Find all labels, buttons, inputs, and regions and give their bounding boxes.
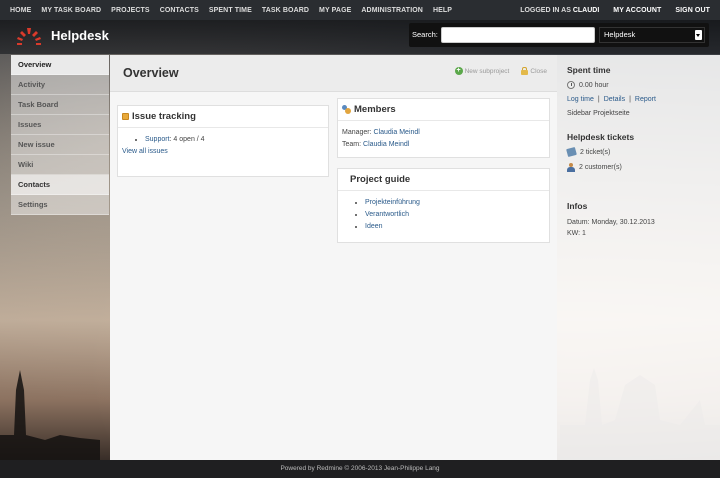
logged-in-as-label: LOGGED IN AS <box>520 6 571 14</box>
list-item: Projekteinführung <box>365 197 545 209</box>
sidebar-text: Sidebar Projektseite <box>567 110 630 117</box>
project-main-menu: Overview Activity Task Board Issues New … <box>11 55 109 215</box>
menu-item-wiki[interactable]: Wiki <box>11 155 109 175</box>
guide-link-verantwortlich[interactable]: Verantwortlich <box>365 211 409 218</box>
issue-tracking-heading: Issue tracking <box>118 106 328 128</box>
group-icon <box>342 105 351 114</box>
plus-icon: + <box>454 67 463 75</box>
list-item: Support: 4 open / 4 <box>145 134 324 146</box>
infos-heading: Infos <box>567 201 588 211</box>
header: Helpdesk Search: Helpdesk <box>0 20 720 54</box>
top-menu-task-board[interactable]: TASK BOARD <box>262 7 309 14</box>
project-guide-heading: Project guide <box>338 169 549 191</box>
members-box: Members Manager: Claudia Meindl Team: Cl… <box>337 98 550 158</box>
time-links-row: Log time | Details | Report <box>567 96 656 103</box>
chevron-down-icon <box>695 30 702 40</box>
top-menu-contacts[interactable]: CONTACTS <box>160 7 199 14</box>
spent-hours-row: 0.00 hour <box>567 81 710 89</box>
lock-icon <box>521 67 529 75</box>
infos-block: Datum: Monday, 30.12.2013 KW: 1 <box>567 217 710 239</box>
manager-row: Manager: Claudia Meindl <box>342 127 545 139</box>
right-sidebar: Spent time 0.00 hour Log time | Details … <box>557 55 720 460</box>
spent-time-heading: Spent time <box>567 65 611 75</box>
top-menu-my-page[interactable]: MY PAGE <box>319 7 351 14</box>
top-menu-spent-time[interactable]: SPENT TIME <box>209 7 252 14</box>
guide-link-ideen[interactable]: Ideen <box>365 223 383 230</box>
close-project-label: Close <box>530 67 547 75</box>
page-title: Overview <box>123 66 179 80</box>
team-row: Team: Claudia Meindl <box>342 139 545 151</box>
menu-item-activity[interactable]: Activity <box>11 75 109 95</box>
project-guide-box: Project guide Projekteinführung Verantwo… <box>337 168 550 243</box>
content-header: Overview + New subproject Close <box>110 55 557 92</box>
date-line: Datum: Monday, 30.12.2013 <box>567 219 655 226</box>
tracker-support-link[interactable]: Support <box>145 136 170 143</box>
top-menu-home[interactable]: HOME <box>10 7 31 14</box>
contextual-actions: + New subproject Close <box>454 67 547 75</box>
top-menu-bar: HOME MY TASK BOARD PROJECTS CONTACTS SPE… <box>0 0 720 20</box>
log-time-link[interactable]: Log time <box>567 96 594 103</box>
members-title: Members <box>354 104 396 115</box>
manager-label: Manager: <box>342 129 372 136</box>
menu-item-contacts[interactable]: Contacts <box>11 175 109 195</box>
customers-count: 2 customer(s) <box>579 164 622 171</box>
new-subproject-button[interactable]: + New subproject <box>454 67 510 75</box>
menu-item-overview[interactable]: Overview <box>11 55 109 75</box>
manager-user-link[interactable]: Claudia Meindl <box>374 129 420 136</box>
list-item: Ideen <box>365 221 545 233</box>
tickets-row[interactable]: 2 ticket(s) <box>566 146 710 158</box>
clock-icon <box>567 81 575 89</box>
top-menu-my-task-board[interactable]: MY TASK BOARD <box>41 7 101 14</box>
helpdesk-tickets-heading: Helpdesk tickets <box>567 132 635 142</box>
close-project-button[interactable]: Close <box>521 67 547 75</box>
report-link[interactable]: Report <box>635 96 656 103</box>
project-select-value: Helpdesk <box>604 30 636 39</box>
issue-tracking-box: Issue tracking Support: 4 open / 4 View … <box>117 105 329 177</box>
view-all-issues-link[interactable]: View all issues <box>122 148 168 155</box>
menu-item-task-board[interactable]: Task Board <box>11 95 109 115</box>
top-menu-administration[interactable]: ADMINISTRATION <box>361 7 423 14</box>
menu-item-issues[interactable]: Issues <box>11 115 109 135</box>
team-label: Team: <box>342 141 362 148</box>
ticket-icon <box>566 146 577 158</box>
tracker-counts: : 4 open / 4 <box>169 136 205 143</box>
customers-row[interactable]: 2 customer(s) <box>567 163 710 172</box>
sign-out-link[interactable]: SIGN OUT <box>675 7 710 14</box>
search-area: Search: Helpdesk <box>409 23 709 47</box>
tickets-count: 2 ticket(s) <box>580 148 611 156</box>
redmine-logo-icon[interactable] <box>15 25 43 47</box>
logged-in-as: LOGGED IN AS CLAUDI <box>520 7 599 14</box>
guide-link-projekteinfuehrung[interactable]: Projekteinführung <box>365 199 420 206</box>
kw-line: KW: 1 <box>567 230 586 237</box>
site-title[interactable]: Helpdesk <box>51 28 109 43</box>
customer-icon <box>567 163 575 172</box>
main-content: Overview + New subproject Close Issue tr… <box>110 55 557 460</box>
search-label: Search: <box>412 30 438 39</box>
menu-item-settings[interactable]: Settings <box>11 195 109 215</box>
new-subproject-label: New subproject <box>464 67 510 75</box>
tracker-icon <box>122 113 129 120</box>
logged-in-user[interactable]: CLAUDI <box>573 7 599 14</box>
footer: Powered by Redmine © 2006-2013 Jean-Phil… <box>0 460 720 478</box>
search-input[interactable] <box>441 27 595 43</box>
list-item: Verantwortlich <box>365 209 545 221</box>
team-user-link[interactable]: Claudia Meindl <box>363 141 409 148</box>
spent-hours-value: 0.00 hour <box>579 81 609 89</box>
issue-tracking-title: Issue tracking <box>132 111 196 122</box>
project-jump-select[interactable]: Helpdesk <box>599 27 705 43</box>
menu-item-new-issue[interactable]: New issue <box>11 135 109 155</box>
members-heading: Members <box>338 99 549 121</box>
my-account-link[interactable]: MY ACCOUNT <box>613 7 661 14</box>
top-menu-projects[interactable]: PROJECTS <box>111 7 150 14</box>
details-link[interactable]: Details <box>604 96 625 103</box>
top-menu-help[interactable]: HELP <box>433 7 452 14</box>
